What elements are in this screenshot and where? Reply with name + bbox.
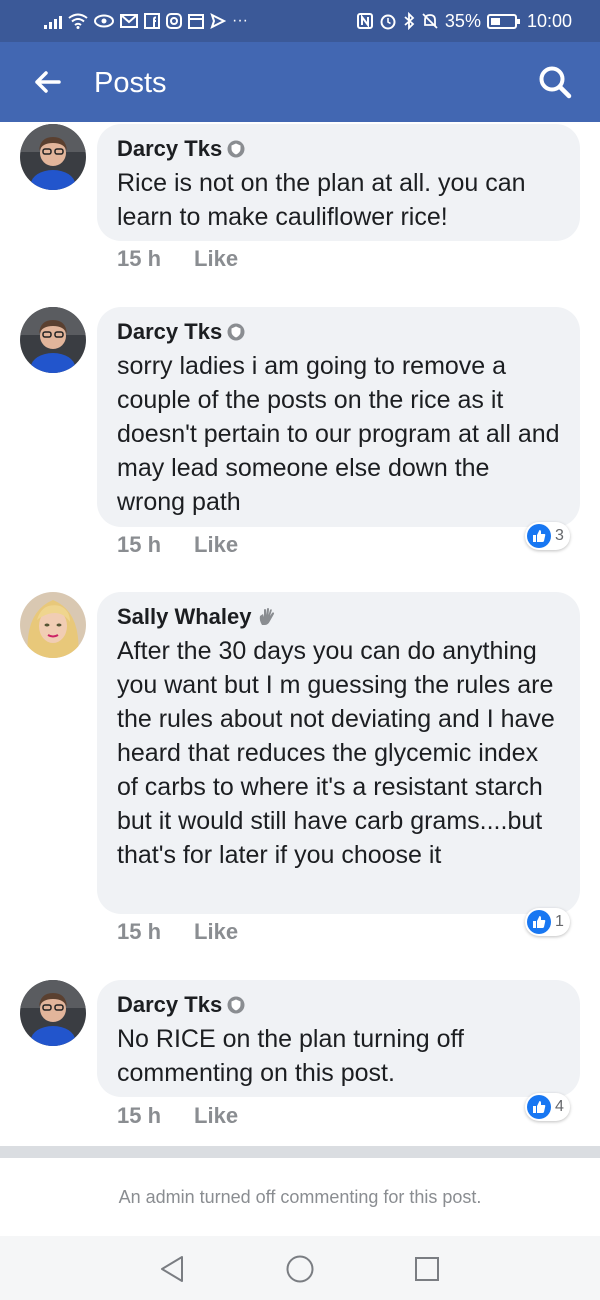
comment-time[interactable]: 15 h — [117, 532, 161, 558]
system-nav-bar — [0, 1236, 600, 1300]
facebook-icon — [144, 13, 160, 29]
section-divider — [0, 1146, 600, 1158]
admin-shield-icon — [227, 996, 245, 1014]
admin-shield-icon — [227, 323, 245, 341]
nav-recents-button[interactable] — [410, 1252, 444, 1286]
alarm-icon — [380, 14, 396, 30]
square-recents-icon — [415, 1257, 439, 1281]
more-icon: ··· — [232, 12, 248, 29]
bluetooth-icon — [404, 12, 415, 30]
battery-icon — [486, 13, 520, 29]
status-right-icons: 35% 10:00 — [356, 10, 572, 32]
send-icon — [210, 13, 226, 29]
triangle-back-icon — [161, 1256, 183, 1282]
wifi-icon — [68, 13, 88, 29]
like-link[interactable]: Like — [194, 246, 238, 272]
avatar[interactable] — [20, 980, 86, 1046]
search-button[interactable] — [530, 58, 580, 106]
comment-time[interactable]: 15 h — [117, 246, 161, 272]
like-link[interactable]: Like — [194, 532, 238, 558]
page-title: Posts — [94, 67, 167, 99]
mail-icon — [120, 14, 138, 28]
comments-closed-notice: An admin turned off commenting for this … — [118, 1187, 482, 1207]
reaction-count[interactable]: 1 — [525, 908, 570, 936]
app-bar: Posts — [0, 42, 600, 122]
comment-meta: 15 h Like — [117, 532, 238, 558]
back-button[interactable] — [22, 58, 72, 106]
search-icon — [539, 66, 572, 99]
battery-percent: 35% — [444, 10, 481, 31]
comment-bubble[interactable]: Darcy Tks Rice is not on the plan at all… — [97, 124, 580, 241]
reaction-count-value: 1 — [555, 913, 564, 930]
wave-icon — [259, 608, 274, 625]
comment-bubble[interactable]: Sally Whaley After the 30 days you can d… — [97, 592, 580, 914]
comment-author[interactable]: Darcy Tks — [117, 319, 222, 345]
comment-bubble[interactable]: Darcy Tks No RICE on the plan turning of… — [97, 980, 580, 1097]
comment-meta: 15 h Like — [117, 1103, 238, 1129]
comment-time[interactable]: 15 h — [117, 1103, 161, 1129]
clock: 10:00 — [526, 10, 572, 31]
avatar[interactable] — [20, 124, 86, 190]
status-bar: ··· 35% 10:00 — [0, 0, 600, 42]
comment-text: After the 30 days you can do anything yo… — [117, 637, 555, 869]
nav-home-button[interactable] — [283, 1252, 317, 1286]
comment-bubble[interactable]: Darcy Tks sorry ladies i am going to rem… — [97, 307, 580, 527]
avatar[interactable] — [20, 592, 86, 658]
reaction-count-value: 4 — [555, 1098, 564, 1115]
comment-time[interactable]: 15 h — [117, 919, 161, 945]
reaction-count[interactable]: 4 — [525, 1093, 570, 1121]
reaction-count[interactable]: 3 — [525, 522, 570, 550]
signal-icon — [44, 13, 62, 29]
admin-shield-icon — [227, 140, 245, 158]
status-left-icons: ··· — [44, 13, 248, 29]
avatar[interactable] — [20, 307, 86, 373]
instagram-icon — [166, 13, 182, 29]
eye-icon — [94, 14, 114, 28]
mute-icon — [422, 13, 438, 29]
nfc-icon — [356, 13, 373, 29]
nav-back-button[interactable] — [155, 1252, 189, 1286]
comment-text: No RICE on the plan turning off commenti… — [117, 1025, 464, 1087]
like-link[interactable]: Like — [194, 1103, 238, 1129]
like-link[interactable]: Like — [194, 919, 238, 945]
calendar-icon — [188, 14, 204, 29]
thumbs-up-icon — [527, 910, 551, 934]
comment-meta: 15 h Like — [117, 246, 238, 272]
comment-author[interactable]: Sally Whaley — [117, 604, 252, 630]
comment-meta: 15 h Like — [117, 919, 238, 945]
comment-author[interactable]: Darcy Tks — [117, 992, 222, 1018]
thumbs-up-icon — [527, 524, 551, 548]
comment-text: Rice is not on the plan at all. you can … — [117, 169, 526, 231]
reaction-count-value: 3 — [555, 527, 564, 544]
comment-text: sorry ladies i am going to remove a coup… — [117, 352, 560, 516]
arrow-left-icon — [35, 71, 61, 93]
comment-author[interactable]: Darcy Tks — [117, 136, 222, 162]
thumbs-up-icon — [527, 1095, 551, 1119]
circle-home-icon — [286, 1255, 314, 1283]
